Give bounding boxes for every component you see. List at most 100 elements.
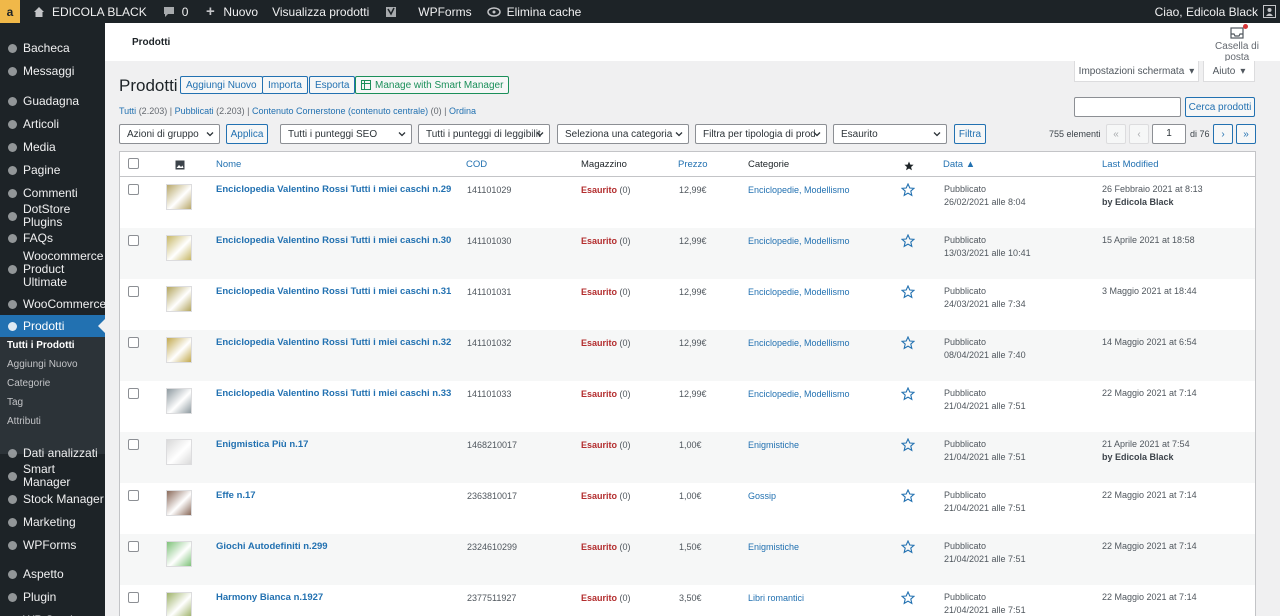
featured-star-icon[interactable] — [900, 335, 916, 350]
product-thumbnail[interactable] — [166, 337, 192, 363]
submenu-item-aggiungi-nuovo[interactable]: Aggiungi Nuovo — [7, 359, 78, 370]
product-name-link[interactable]: Enciclopedia Valentino Rossi Tutti i mie… — [216, 336, 451, 349]
comments-link[interactable]: 0 — [154, 0, 196, 23]
submenu-item-categorie[interactable]: Categorie — [7, 378, 50, 389]
sidebar-item-articoli[interactable]: Articoli — [0, 113, 105, 135]
product-thumbnail[interactable] — [166, 184, 192, 210]
featured-star-icon[interactable] — [900, 284, 916, 299]
current-page-input[interactable]: 1 — [1152, 124, 1186, 144]
category-select[interactable]: Seleziona una categoria — [557, 124, 689, 144]
sidebar-item-pagine[interactable]: Pagine — [0, 159, 105, 181]
bulk-actions-select[interactable]: Azioni di gruppo — [119, 124, 220, 144]
product-categories-link[interactable]: Enciclopedie, Modellismo — [748, 235, 850, 248]
column-sku[interactable]: COD — [466, 159, 487, 170]
product-categories-link[interactable]: Libri romantici — [748, 592, 804, 605]
search-products-button[interactable]: Cerca prodotti — [1185, 97, 1255, 117]
sidebar-item-media[interactable]: Media — [0, 136, 105, 158]
product-name-link[interactable]: Giochi Autodefiniti n.299 — [216, 540, 328, 553]
product-thumbnail[interactable] — [166, 235, 192, 261]
product-categories-link[interactable]: Enigmistiche — [748, 541, 799, 554]
sidebar-item-messaggi[interactable]: Messaggi — [0, 60, 105, 82]
row-checkbox[interactable] — [128, 388, 139, 399]
product-thumbnail[interactable] — [166, 286, 192, 312]
sidebar-item-woocommerce[interactable]: WooCommerce — [0, 293, 105, 315]
first-page-button[interactable]: « — [1106, 124, 1126, 144]
export-button[interactable]: Esporta — [309, 76, 356, 94]
product-thumbnail[interactable] — [166, 388, 192, 414]
add-new-button[interactable]: Aggiungi Nuovo — [180, 76, 263, 94]
product-name-link[interactable]: Enigmistica Più n.17 — [216, 438, 308, 451]
apply-button[interactable]: Applica — [226, 124, 268, 144]
view-products-link[interactable]: Visualizza prodotti — [265, 0, 376, 23]
sidebar-item-plugin[interactable]: Plugin — [0, 586, 105, 608]
featured-star-icon[interactable] — [900, 182, 916, 197]
next-page-button[interactable]: › — [1213, 124, 1233, 144]
stock-status-select[interactable]: Esaurito — [833, 124, 947, 144]
submenu-item-tutti-i-prodotti[interactable]: Tutti i Prodotti — [7, 340, 75, 351]
submenu-item-attributi[interactable]: Attributi — [7, 416, 41, 427]
column-price[interactable]: Prezzo — [678, 159, 708, 170]
readability-select[interactable]: Tutti i punteggi di leggibilità — [418, 124, 550, 144]
product-categories-link[interactable]: Enciclopedie, Modellismo — [748, 184, 850, 197]
sidebar-item-dotstore-plugins[interactable]: DotStore Plugins — [0, 203, 105, 229]
sidebar-item-woocommerce-product-ultimate[interactable]: Woocommerce Product Ultimate — [0, 249, 105, 289]
featured-star-icon[interactable] — [900, 233, 916, 248]
view-cornerstone-link[interactable]: Contenuto Cornerstone (contenuto central… — [252, 106, 428, 116]
help-button[interactable]: Aiuto ▾ — [1203, 61, 1255, 82]
sidebar-item-aspetto[interactable]: Aspetto — [0, 563, 105, 585]
row-checkbox[interactable] — [128, 235, 139, 246]
featured-star-icon[interactable] — [900, 590, 916, 605]
column-last-modified[interactable]: Last Modified — [1102, 159, 1159, 170]
product-categories-link[interactable]: Enigmistiche — [748, 439, 799, 452]
new-content-link[interactable]: + Nuovo — [195, 0, 265, 23]
product-categories-link[interactable]: Enciclopedie, Modellismo — [748, 337, 850, 350]
sidebar-item-smart-manager[interactable]: Smart Manager — [0, 463, 105, 489]
account-menu[interactable]: Ciao, Edicola Black — [1155, 5, 1280, 19]
sidebar-item-prodotti[interactable]: Prodotti — [0, 315, 105, 337]
site-logo-icon[interactable]: a — [0, 0, 20, 23]
filter-button[interactable]: Filtra — [954, 124, 986, 144]
product-thumbnail[interactable] — [166, 490, 192, 516]
sidebar-item-wpforms[interactable]: WPForms — [0, 534, 105, 556]
clear-cache-link[interactable]: Elimina cache — [479, 0, 589, 23]
product-categories-link[interactable]: Gossip — [748, 490, 776, 503]
last-page-button[interactable]: » — [1236, 124, 1256, 144]
import-button[interactable]: Importa — [262, 76, 308, 94]
sidebar-item-faqs[interactable]: FAQs — [0, 227, 105, 249]
product-thumbnail[interactable] — [166, 592, 192, 616]
row-checkbox[interactable] — [128, 439, 139, 450]
view-all-link[interactable]: Tutti — [119, 106, 136, 116]
product-name-link[interactable]: Enciclopedia Valentino Rossi Tutti i mie… — [216, 234, 451, 247]
sidebar-item-marketing[interactable]: Marketing — [0, 511, 105, 533]
search-input[interactable] — [1074, 97, 1181, 117]
view-order-link[interactable]: Ordina — [449, 106, 476, 116]
featured-star-icon[interactable] — [900, 386, 916, 401]
product-categories-link[interactable]: Enciclopedie, Modellismo — [748, 388, 850, 401]
row-checkbox[interactable] — [128, 337, 139, 348]
product-type-select[interactable]: Filtra per tipologia di prodotto — [695, 124, 827, 144]
mailbox-button[interactable]: Casella di posta — [1204, 24, 1270, 63]
product-name-link[interactable]: Effe n.17 — [216, 489, 256, 502]
smart-manager-button[interactable]: Manage with Smart Manager — [355, 76, 510, 94]
sidebar-item-stock-manager[interactable]: Stock Manager — [0, 488, 105, 510]
submenu-item-tag[interactable]: Tag — [7, 397, 23, 408]
row-checkbox[interactable] — [128, 184, 139, 195]
sidebar-item-guadagna[interactable]: Guadagna — [0, 90, 105, 112]
featured-star-icon[interactable] — [900, 437, 916, 452]
prev-page-button[interactable]: ‹ — [1129, 124, 1149, 144]
featured-star-icon[interactable] — [900, 539, 916, 554]
row-checkbox[interactable] — [128, 286, 139, 297]
select-all-checkbox[interactable] — [128, 158, 139, 169]
view-published-link[interactable]: Pubblicati — [175, 106, 214, 116]
yoast-link[interactable] — [376, 0, 411, 23]
screen-options-button[interactable]: Impostazioni schermata ▾ — [1074, 61, 1199, 82]
product-thumbnail[interactable] — [166, 541, 192, 567]
seo-score-select[interactable]: Tutti i punteggi SEO — [280, 124, 412, 144]
product-thumbnail[interactable] — [166, 439, 192, 465]
wpforms-link[interactable]: WPForms — [411, 0, 478, 23]
row-checkbox[interactable] — [128, 592, 139, 603]
sidebar-item-dati-analizzati[interactable]: Dati analizzati — [0, 442, 105, 464]
row-checkbox[interactable] — [128, 490, 139, 501]
row-checkbox[interactable] — [128, 541, 139, 552]
column-name[interactable]: Nome — [216, 159, 241, 170]
